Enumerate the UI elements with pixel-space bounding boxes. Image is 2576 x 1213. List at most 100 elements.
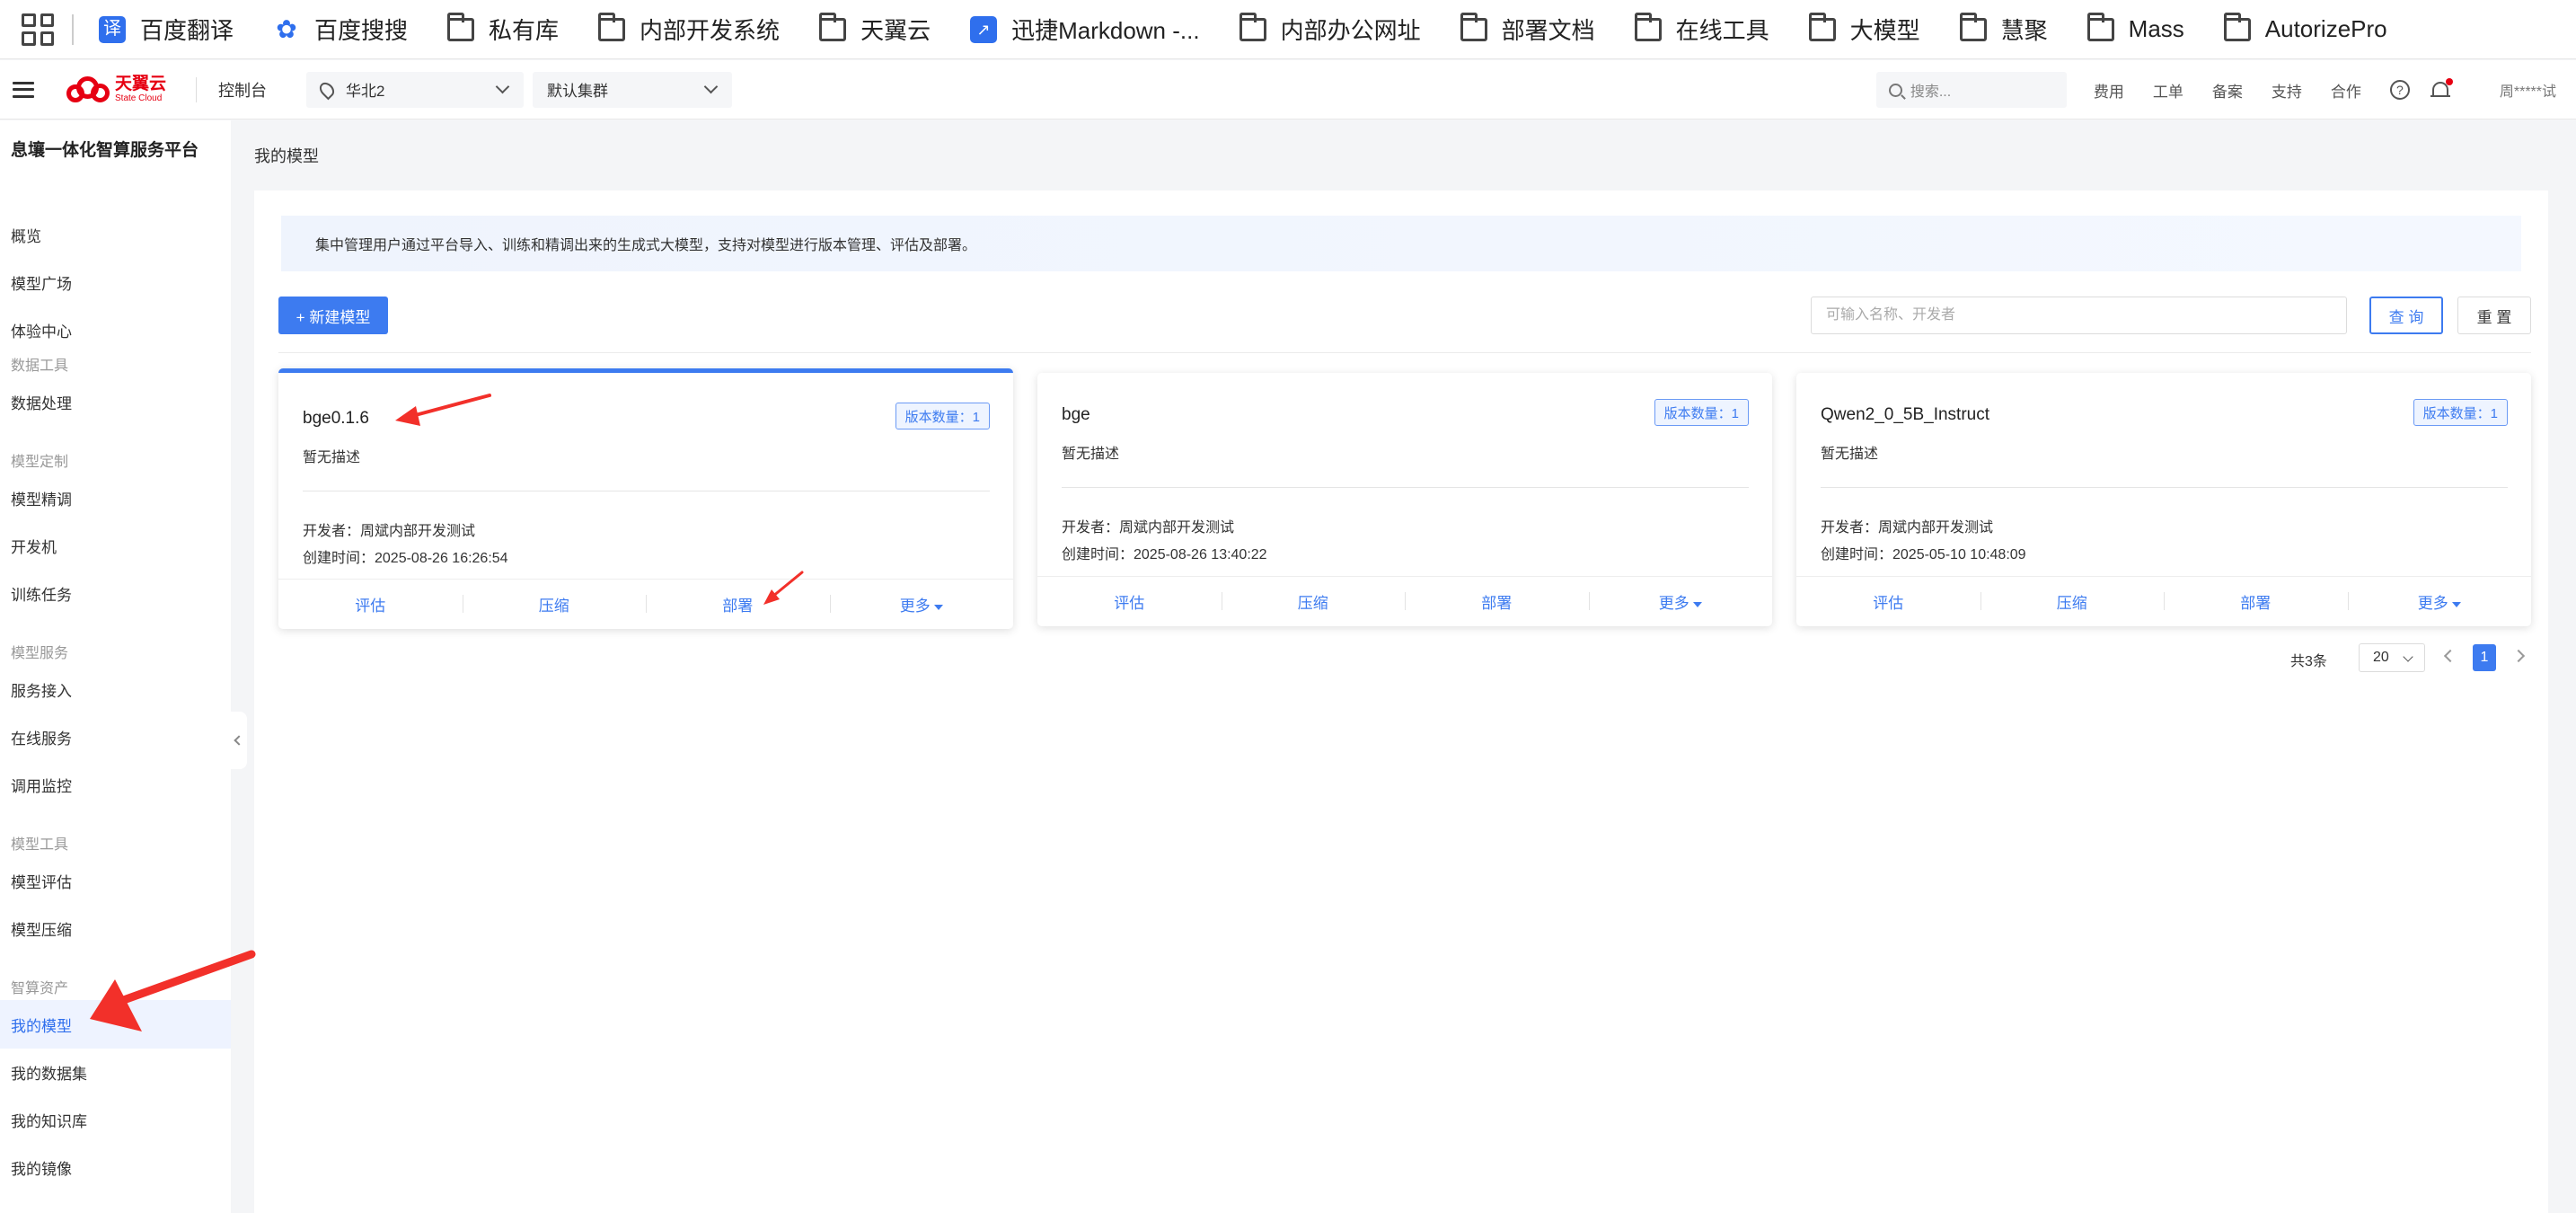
bookmarks-bar: 译百度翻译 ✿ 百度搜搜 私有库 内部开发系统 天翼云 ↗ 迅捷Markdown -... 内部… <box>0 0 2576 59</box>
model-developer: 开发者：周斌内部开发测试 <box>303 524 476 539</box>
bookmark-item[interactable]: ✿ 百度搜搜 <box>273 13 408 46</box>
bookmark-item[interactable]: 慧聚 <box>1959 12 2048 46</box>
user-name[interactable]: 周*****试 <box>2500 79 2556 101</box>
model-created-time: 创建时间：2025-08-26 13:40:22 <box>1062 547 1267 562</box>
sidebar-item-overview[interactable]: 概览 <box>0 210 231 259</box>
region-select[interactable]: 华北2 <box>306 71 524 108</box>
folder-icon <box>447 12 475 41</box>
bookmark-item[interactable]: 大模型 <box>1808 12 1920 46</box>
sidebar-item-my-datasets[interactable]: 我的数据集 <box>0 1048 231 1096</box>
compress-button[interactable]: 压缩 <box>1221 590 1406 613</box>
pagination: 共3条 20 1 <box>254 643 2548 672</box>
folder-icon <box>2223 12 2251 41</box>
logo-subtext: State Cloud <box>115 93 163 103</box>
sidebar-item-devbox[interactable]: 开发机 <box>0 521 231 570</box>
bookmark-item[interactable]: 私有库 <box>447 12 559 46</box>
search-icon <box>1888 83 1902 97</box>
reset-button[interactable]: 重 置 <box>2457 297 2531 334</box>
more-button[interactable]: 更多 <box>829 593 1014 615</box>
more-label: 更多 <box>899 598 931 615</box>
menu-icon[interactable] <box>13 81 34 98</box>
sidebar-item-experience[interactable]: 体验中心 <box>0 305 231 354</box>
sidebar-item-eval[interactable]: 模型评估 <box>0 856 231 905</box>
breadcrumb: 我的模型 <box>254 147 319 165</box>
new-model-button[interactable]: + 新建模型 <box>278 297 388 334</box>
query-input[interactable] <box>1811 297 2347 334</box>
bookmark-item[interactable]: 在线工具 <box>1634 12 1769 46</box>
evaluate-button[interactable]: 评估 <box>1796 590 1981 613</box>
model-name[interactable]: bge <box>1062 405 1090 425</box>
sidebar-item-my-kb[interactable]: 我的知识库 <box>0 1095 231 1144</box>
bookmark-item[interactable]: AutorizePro <box>2223 12 2387 43</box>
sidebar-item-my-images[interactable]: 我的镜像 <box>0 1143 231 1191</box>
folder-icon <box>1634 12 1662 41</box>
model-card[interactable]: bge 版本数量：1 暂无描述 开发者：周斌内部开发测试 创建时间：2025-08-26… <box>1037 373 1772 626</box>
sidebar-collapse-button[interactable] <box>231 712 247 769</box>
apps-grid-icon[interactable] <box>22 13 54 46</box>
chevron-left-icon <box>234 735 244 746</box>
version-count-badge: 版本数量：1 <box>2413 399 2508 426</box>
model-card[interactable]: Qwen2_0_5B_Instruct 版本数量：1 暂无描述 开发者：周斌内部开发测… <box>1796 373 2531 626</box>
deploy-button[interactable]: 部署 <box>1405 590 1589 613</box>
sidebar-item-data-processing[interactable]: 数据处理 <box>0 377 231 426</box>
bookmark-item[interactable]: ↗ 迅捷Markdown -... <box>970 13 1200 46</box>
more-label: 更多 <box>2417 595 2448 612</box>
global-search[interactable]: 搜索... <box>1875 72 2067 108</box>
search-placeholder: 搜索... <box>1910 84 1952 100</box>
bookmark-item[interactable]: 天翼云 <box>819 12 931 46</box>
prev-page-icon[interactable] <box>2443 649 2457 663</box>
model-created-time: 创建时间：2025-08-26 16:26:54 <box>303 551 508 566</box>
evaluate-button[interactable]: 评估 <box>1037 590 1222 613</box>
help-icon[interactable]: ? <box>2389 80 2410 100</box>
nav-link-fee[interactable]: 费用 <box>2094 79 2124 102</box>
sidebar-item-model-square[interactable]: 模型广场 <box>0 258 231 306</box>
logo-text: 天翼云 <box>115 75 167 93</box>
nav-link-ticket[interactable]: 工单 <box>2153 79 2183 102</box>
model-name[interactable]: bge0.1.6 <box>303 409 369 429</box>
model-name[interactable]: Qwen2_0_5B_Instruct <box>1821 405 1989 425</box>
cloud-logo-icon <box>66 75 111 103</box>
nav-link-partner[interactable]: 合作 <box>2331 79 2361 102</box>
next-page-icon[interactable] <box>2511 649 2526 663</box>
region-value: 华北2 <box>346 83 385 100</box>
query-button[interactable]: 查 询 <box>2369 297 2443 334</box>
sidebar-item-online[interactable]: 在线服务 <box>0 713 231 761</box>
nav-link-support[interactable]: 支持 <box>2272 79 2302 102</box>
sidebar-item-training[interactable]: 训练任务 <box>0 569 231 617</box>
sidebar-group-customize: 模型定制 <box>11 455 69 470</box>
compress-button[interactable]: 压缩 <box>462 593 647 615</box>
nav-divider <box>196 76 197 102</box>
baidu-translate-icon: 译 <box>99 15 126 43</box>
sidebar-item-my-models[interactable]: 我的模型 <box>0 1000 231 1049</box>
cluster-select[interactable]: 默认集群 <box>533 71 732 108</box>
bookmark-item[interactable]: Mass <box>2086 12 2184 43</box>
bookmark-item[interactable]: 内部开发系统 <box>598 12 780 46</box>
markdown-icon: ↗ <box>970 15 998 43</box>
deploy-button[interactable]: 部署 <box>646 593 830 615</box>
bookmark-item[interactable]: 内部办公网址 <box>1239 12 1421 46</box>
more-button[interactable]: 更多 <box>1588 590 1773 613</box>
bookmark-item[interactable]: 译百度翻译 <box>99 13 234 46</box>
evaluate-button[interactable]: 评估 <box>278 593 463 615</box>
page-size-select[interactable]: 20 <box>2359 643 2425 672</box>
model-description: 暂无描述 <box>303 450 361 465</box>
page-number-current[interactable]: 1 <box>2473 644 2496 671</box>
bookmark-label: 慧聚 <box>2000 17 2048 44</box>
nav-link-filing[interactable]: 备案 <box>2212 79 2243 102</box>
sidebar-item-finetune[interactable]: 模型精调 <box>0 474 231 522</box>
brand-logo[interactable]: 天翼云 State Cloud <box>66 75 178 103</box>
sidebar-item-access[interactable]: 服务接入 <box>0 665 231 713</box>
folder-icon <box>819 12 847 41</box>
deploy-button[interactable]: 部署 <box>2164 590 2348 613</box>
console-link[interactable]: 控制台 <box>218 78 267 102</box>
sidebar-item-compress[interactable]: 模型压缩 <box>0 904 231 952</box>
bookmark-item[interactable]: 部署文档 <box>1460 12 1595 46</box>
more-button[interactable]: 更多 <box>2347 590 2532 613</box>
bookmark-label: 天翼云 <box>860 17 931 44</box>
bell-icon[interactable] <box>2430 78 2453 100</box>
model-card[interactable]: bge0.1.6 版本数量：1 暂无描述 开发者：周斌内部开发测试 创建时间：2025-… <box>278 368 1013 629</box>
top-nav: 天翼云 State Cloud 控制台 华北2 默认集群 搜索... 费用 工单… <box>0 60 2576 120</box>
sidebar-item-monitor[interactable]: 调用监控 <box>0 760 231 809</box>
baidu-paw-icon: ✿ <box>276 14 297 43</box>
compress-button[interactable]: 压缩 <box>1980 590 2165 613</box>
